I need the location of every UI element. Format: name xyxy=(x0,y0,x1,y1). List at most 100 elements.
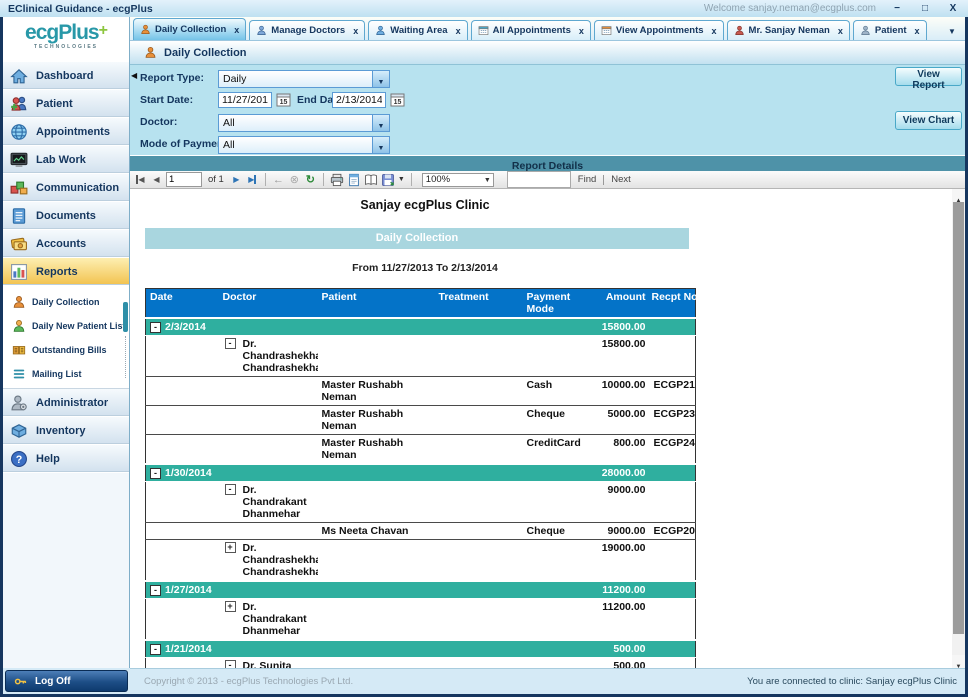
collapse-panel-icon[interactable]: ◀ xyxy=(131,71,137,80)
sidebar-item-accounts[interactable]: Accounts xyxy=(3,230,129,258)
chevron-down-icon[interactable] xyxy=(372,71,389,87)
page-number-input[interactable] xyxy=(166,172,202,187)
toolbar-separator xyxy=(265,173,266,186)
payment-mode-cell: Cash xyxy=(523,377,594,406)
cell xyxy=(318,658,594,669)
find-next-button[interactable]: Next xyxy=(607,174,635,185)
tab-close-icon[interactable]: x xyxy=(452,26,461,36)
expand-group-icon[interactable]: + xyxy=(225,542,236,553)
tab-close-icon[interactable]: x xyxy=(349,26,358,36)
payment-mode-value: All xyxy=(219,139,372,151)
submenu-item-daily-collection[interactable]: Daily Collection xyxy=(3,290,129,314)
start-date-calendar-icon[interactable]: 15 xyxy=(276,92,291,107)
view-report-button[interactable]: View Report xyxy=(895,67,962,86)
collapse-group-icon[interactable]: - xyxy=(225,660,236,668)
tab-mr-sanjay-neman[interactable]: Mr. Sanjay Nemanx xyxy=(727,20,850,40)
tab-close-icon[interactable]: x xyxy=(834,26,843,36)
tab-manage-doctors[interactable]: Manage Doctorsx xyxy=(249,20,365,40)
tab-close-icon[interactable]: x xyxy=(230,25,239,35)
cell xyxy=(146,435,219,465)
doctor-group-row: -Dr. Chandrakant Dhanmehar9000.00 xyxy=(146,482,696,523)
page-setup-button[interactable] xyxy=(364,173,378,187)
cell xyxy=(318,599,594,641)
minimize-button[interactable]: − xyxy=(890,3,904,14)
export-dropdown-icon[interactable] xyxy=(398,176,405,183)
export-button[interactable] xyxy=(381,173,395,187)
sidebar-item-documents[interactable]: Documents xyxy=(3,202,129,230)
scroll-down-icon[interactable] xyxy=(952,655,965,668)
tab-view-appointments[interactable]: View Appointmentsx xyxy=(594,20,724,40)
stop-rendering-button[interactable] xyxy=(288,173,301,187)
submenu-scrollbar-thumb[interactable] xyxy=(123,302,128,332)
collapse-group-icon[interactable]: - xyxy=(150,644,161,655)
status-bar: Copyright © 2013 - ecgPlus Technologies … xyxy=(130,668,965,694)
start-date-input[interactable] xyxy=(218,92,272,108)
sidebar-item-inventory[interactable]: Inventory xyxy=(3,417,129,445)
cell xyxy=(650,640,696,658)
box-icon xyxy=(10,422,28,440)
previous-page-button[interactable] xyxy=(150,172,163,187)
doctor-label: Doctor: xyxy=(140,116,177,128)
sidebar-item-patient[interactable]: Patient xyxy=(3,90,129,118)
end-date-calendar-icon[interactable]: 15 xyxy=(390,92,405,107)
cell xyxy=(650,482,696,523)
find-input[interactable] xyxy=(507,171,571,188)
last-page-button[interactable] xyxy=(246,172,259,187)
sidebar-item-reports[interactable]: Reports xyxy=(3,258,129,286)
tab-close-icon[interactable]: x xyxy=(911,26,920,36)
copyright-text: Copyright © 2013 - ecgPlus Technologies … xyxy=(138,676,353,687)
view-chart-button[interactable]: View Chart xyxy=(895,111,962,130)
back-to-parent-button[interactable] xyxy=(272,173,285,187)
sidebar-nav-top: Dashboard PatientAppointmentsLab WorkComm… xyxy=(3,62,129,286)
collapse-group-icon[interactable]: - xyxy=(150,322,161,333)
scrollbar-thumb[interactable] xyxy=(953,202,964,634)
chevron-down-icon[interactable] xyxy=(372,137,389,153)
doctor-select[interactable]: All xyxy=(218,114,390,132)
sidebar-item-help[interactable]: ?Help xyxy=(3,445,129,473)
tab-overflow-dropdown-icon[interactable] xyxy=(944,21,960,36)
tab-close-icon[interactable]: x xyxy=(708,26,717,36)
chart-icon xyxy=(10,263,28,281)
next-page-button[interactable] xyxy=(230,172,243,187)
sidebar-item-label: Dashboard xyxy=(36,70,93,82)
sidebar-item-appointments[interactable]: Appointments xyxy=(3,118,129,146)
tab-all-appointments[interactable]: All Appointmentsx xyxy=(471,20,591,40)
print-button[interactable] xyxy=(330,173,344,187)
sidebar-item-lab-work[interactable]: Lab Work xyxy=(3,146,129,174)
report-type-select[interactable]: Daily xyxy=(218,70,390,88)
payment-mode-cell: Cheque xyxy=(523,406,594,435)
zoom-select[interactable]: 100% xyxy=(422,173,494,187)
collapse-group-icon[interactable]: - xyxy=(150,468,161,479)
end-date-input[interactable] xyxy=(332,92,386,108)
logo-text: ecgPlus+ xyxy=(3,20,129,44)
tab-close-icon[interactable]: x xyxy=(575,26,584,36)
submenu-item-outstanding-bills[interactable]: Outstanding Bills xyxy=(3,338,129,362)
scroll-up-icon[interactable] xyxy=(952,189,965,202)
collapse-group-icon[interactable]: - xyxy=(150,585,161,596)
home-icon xyxy=(10,67,28,85)
chevron-down-icon[interactable] xyxy=(372,115,389,131)
sidebar-item-dashboard[interactable]: Dashboard xyxy=(3,62,129,90)
close-button[interactable]: X xyxy=(946,3,960,14)
sidebar-item-communication[interactable]: Communication xyxy=(3,174,129,202)
payment-mode-select[interactable]: All xyxy=(218,136,390,154)
first-page-button[interactable] xyxy=(134,172,147,187)
submenu-item-daily-new-patient-list[interactable]: Daily New Patient List xyxy=(3,314,129,338)
collapse-group-icon[interactable]: - xyxy=(225,338,236,349)
tab-waiting-area[interactable]: Waiting Areax xyxy=(368,20,467,40)
maximize-button[interactable]: □ xyxy=(918,3,932,14)
doctor-group-row: -Dr. Chandrashekhar Chandrashekhar15800.… xyxy=(146,336,696,377)
logoff-bar: Log Off xyxy=(3,668,130,694)
tab-patient[interactable]: Patientx xyxy=(853,20,927,40)
submenu-item-mailing-list[interactable]: Mailing List xyxy=(3,362,129,386)
collapse-group-icon[interactable]: - xyxy=(225,484,236,495)
print-layout-button[interactable] xyxy=(347,173,361,187)
sidebar-item-administrator[interactable]: Administrator xyxy=(3,389,129,417)
find-button[interactable]: Find xyxy=(574,174,600,185)
expand-group-icon[interactable]: + xyxy=(225,601,236,612)
tab-daily-collection[interactable]: Daily Collectionx xyxy=(133,18,246,40)
log-off-button[interactable]: Log Off xyxy=(5,670,128,692)
report-table-header: DateDoctorPatientTreatmentPayment ModeAm… xyxy=(146,289,696,319)
refresh-button[interactable] xyxy=(304,173,317,187)
doctor-cell: -Dr. Sunita Patel xyxy=(219,658,318,669)
